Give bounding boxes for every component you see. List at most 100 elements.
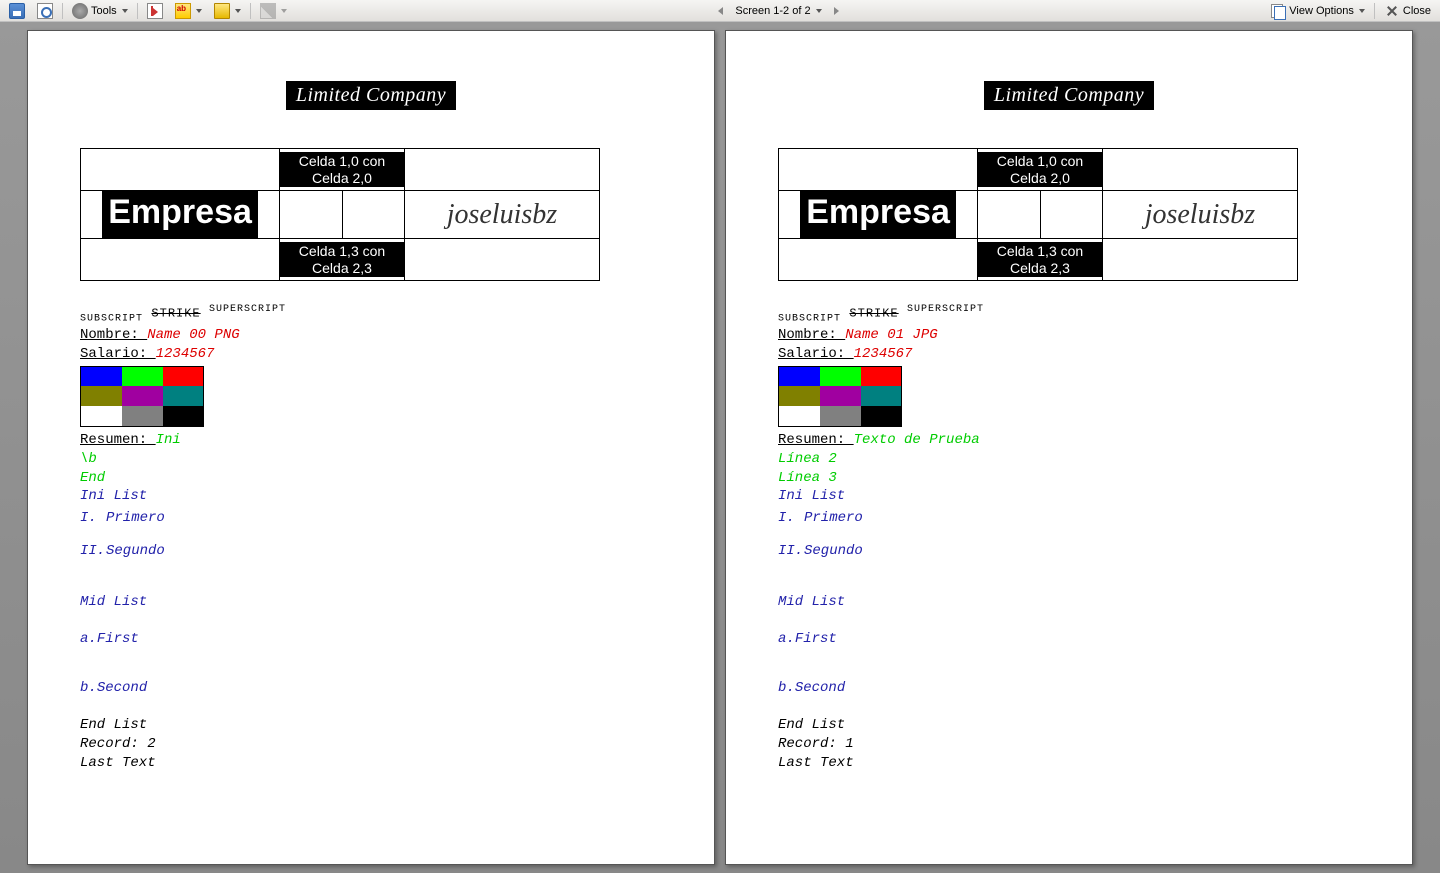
salario-value: 1234567 [156, 346, 215, 362]
page-body: SUBSCRIPT STRIKE SUPERSCRIPT Nombre: Nam… [778, 303, 1360, 772]
last-text-label: Last Text [80, 754, 662, 773]
arrow-left-icon [718, 7, 723, 15]
folder-icon [214, 3, 230, 19]
chevron-down-icon [196, 9, 202, 13]
salario-label: Salario: [80, 346, 156, 362]
color-cell [122, 406, 163, 426]
view-options-label: View Options [1289, 5, 1354, 17]
toolbar-left-group: Tools [4, 0, 292, 22]
signature-text: joseluisbz [447, 199, 557, 230]
strike-label: STRIKE [849, 307, 898, 321]
resumen-label: Resumen: [80, 432, 156, 448]
superscript-label: SUPERSCRIPT [907, 304, 984, 315]
nombre-value: Name 00 PNG [147, 327, 239, 343]
color-cell [81, 386, 122, 406]
list-item-primero: Primero [106, 509, 165, 528]
color-grid [80, 366, 204, 427]
list-item-second: Second [795, 680, 845, 696]
strike-label: STRIKE [151, 307, 200, 321]
close-icon [1384, 3, 1400, 19]
view-options-button[interactable]: View Options [1265, 0, 1370, 22]
open-folder-button[interactable] [209, 0, 246, 22]
toolbar-center-group: Screen 1-2 of 2 [294, 2, 1264, 20]
cell-1-0: Celda 1,0 con Celda 2,0 [978, 152, 1102, 186]
resumen-extra-2: Línea 3 [778, 469, 1360, 488]
resumen-extra-2: End [80, 469, 662, 488]
color-grid [778, 366, 902, 427]
toolbar-separator [137, 3, 138, 19]
page-prev-button[interactable] [713, 4, 728, 18]
ini-list-label: Ini List [778, 487, 1360, 506]
nav-first-button[interactable] [142, 0, 168, 22]
toolbar-separator [250, 3, 251, 19]
last-text-label: Last Text [778, 754, 1360, 773]
ini-list-label: Ini List [80, 487, 662, 506]
color-cell [779, 366, 820, 386]
cell-1-0: Celda 1,0 con Celda 2,0 [280, 152, 404, 186]
color-cell [163, 386, 204, 406]
magnifier-page-icon [37, 3, 53, 19]
screen-indicator[interactable]: Screen 1-2 of 2 [730, 2, 826, 20]
resumen-label: Resumen: [778, 432, 854, 448]
chevron-down-icon [122, 9, 128, 13]
toolbar-right-group: View Options Close [1265, 0, 1436, 22]
pencil-icon [260, 3, 276, 19]
signature-text: joseluisbz [1145, 199, 1255, 230]
letter-a: a. [778, 631, 795, 647]
close-button[interactable]: Close [1379, 0, 1436, 22]
cell-1-3: Celda 1,3 con Celda 2,3 [978, 242, 1102, 276]
company-banner: Limited Company [286, 81, 456, 110]
color-cell [861, 366, 902, 386]
subscript-label: SUBSCRIPT [778, 313, 841, 324]
list-item-segundo: Segundo [804, 542, 863, 561]
arrow-right-icon [834, 7, 839, 15]
chevron-down-icon [1359, 9, 1365, 13]
page-next-button[interactable] [829, 4, 844, 18]
nav-first-icon [147, 3, 163, 19]
print-preview-button[interactable] [32, 0, 58, 22]
chevron-down-icon [235, 9, 241, 13]
color-cell [779, 386, 820, 406]
preview-workspace: Limited Company Celda 1,0 con Celda 2,0 … [0, 22, 1440, 873]
resumen-extra-1: \b [80, 450, 662, 469]
record-label: Record: [80, 736, 147, 752]
page-2: Limited Company Celda 1,0 con Celda 2,0 … [725, 30, 1413, 865]
letter-b: b. [778, 680, 795, 696]
nombre-label: Nombre: [80, 327, 147, 343]
tools-menu-button[interactable]: Tools [67, 0, 133, 22]
save-icon [9, 3, 25, 19]
save-button[interactable] [4, 0, 30, 22]
list-item-second: Second [97, 680, 147, 696]
list-item-first: First [795, 631, 837, 647]
resumen-extra-1: Línea 2 [778, 450, 1360, 469]
empresa-logo: Empresa [800, 191, 956, 238]
record-label: Record: [778, 736, 845, 752]
company-banner: Limited Company [984, 81, 1154, 110]
toolbar-separator [1374, 3, 1375, 19]
end-list-label: End List [80, 716, 662, 735]
roman-2: II. [778, 542, 790, 561]
edit-button[interactable] [255, 0, 292, 22]
subscript-label: SUBSCRIPT [80, 313, 143, 324]
gear-icon [72, 3, 88, 19]
color-cell [122, 386, 163, 406]
color-cell [861, 386, 902, 406]
color-cell [820, 386, 861, 406]
letter-a: a. [80, 631, 97, 647]
nombre-value: Name 01 JPG [845, 327, 937, 343]
toolbar-separator [62, 3, 63, 19]
color-cell [820, 406, 861, 426]
salario-label: Salario: [778, 346, 854, 362]
resumen-value: Ini [156, 432, 181, 448]
roman-2: II. [80, 542, 92, 561]
color-cell [820, 366, 861, 386]
roman-1: I. [80, 509, 92, 528]
pages-icon [1270, 3, 1286, 19]
roman-1: I. [778, 509, 790, 528]
page-1: Limited Company Celda 1,0 con Celda 2,0 … [27, 30, 715, 865]
mid-list-label: Mid List [778, 593, 1360, 612]
spellcheck-button[interactable] [170, 0, 207, 22]
color-cell [163, 406, 204, 426]
letter-b: b. [80, 680, 97, 696]
color-cell [861, 406, 902, 426]
